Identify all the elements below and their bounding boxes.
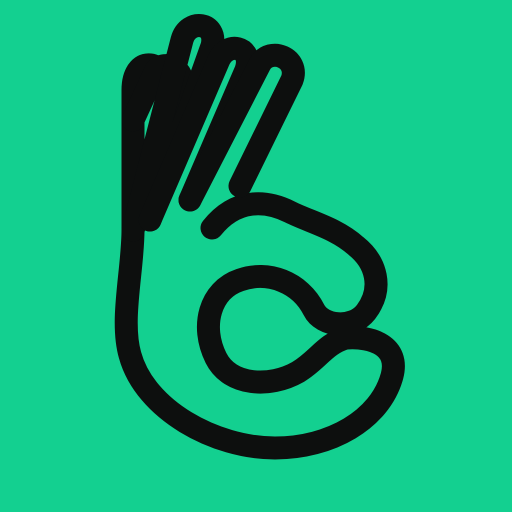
app-icon [0, 0, 512, 512]
ok-hand-icon [114, 14, 405, 460]
